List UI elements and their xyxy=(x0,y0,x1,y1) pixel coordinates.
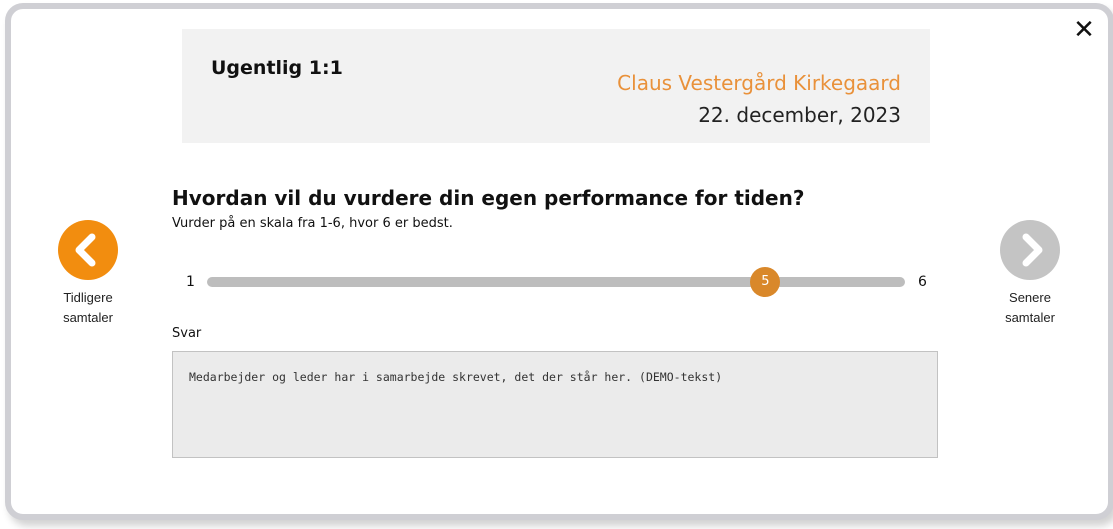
previous-label-line-1: Tidligere xyxy=(63,290,113,305)
chevron-left-icon xyxy=(75,233,96,267)
chevron-right-icon xyxy=(1022,233,1043,267)
answer-textarea[interactable]: Medarbejder og leder har i samarbejde sk… xyxy=(172,351,938,458)
question-title: Hvordan vil du vurdere din egen performa… xyxy=(172,186,805,210)
meeting-date: 22. december, 2023 xyxy=(698,103,901,127)
later-conversations-nav[interactable]: Senere samtaler xyxy=(990,220,1070,328)
question-subtitle: Vurder på en skala fra 1-6, hvor 6 er be… xyxy=(172,216,453,231)
scale-max-label: 6 xyxy=(918,274,927,290)
previous-label-line-2: samtaler xyxy=(63,310,113,325)
answer-label: Svar xyxy=(172,326,202,341)
close-icon[interactable]: ✕ xyxy=(1073,17,1095,43)
later-conversations-label: Senere samtaler xyxy=(990,288,1070,328)
person-name: Claus Vestergård Kirkegaard xyxy=(617,71,901,95)
previous-conversations-button[interactable] xyxy=(58,220,118,280)
scale-min-label: 1 xyxy=(186,274,195,290)
previous-conversations-label: Tidligere samtaler xyxy=(48,288,128,328)
rating-slider-track[interactable] xyxy=(207,277,905,287)
meeting-header: Ugentlig 1:1 Claus Vestergård Kirkegaard… xyxy=(182,29,930,143)
meeting-title: Ugentlig 1:1 xyxy=(211,57,343,79)
next-label-line-2: samtaler xyxy=(1005,310,1055,325)
next-label-line-1: Senere xyxy=(1009,290,1051,305)
previous-conversations-nav[interactable]: Tidligere samtaler xyxy=(48,220,128,328)
later-conversations-button[interactable] xyxy=(1000,220,1060,280)
